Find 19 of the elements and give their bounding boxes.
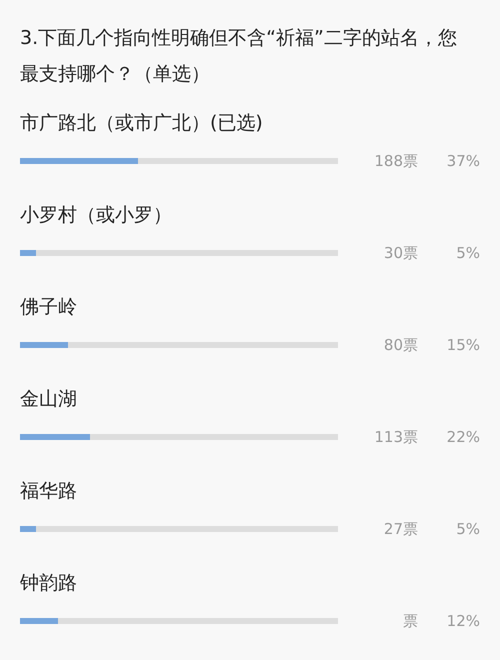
vote-count: 票 xyxy=(403,611,418,632)
vote-percent: 12% xyxy=(446,611,480,632)
option-label: 钟韵路 xyxy=(20,571,77,596)
vote-count: 27票 xyxy=(384,519,418,540)
vote-percent: 5% xyxy=(455,519,480,540)
option-label: 福华路 xyxy=(20,479,77,504)
option-label: 金山湖 xyxy=(20,387,77,412)
vote-percent: 5% xyxy=(455,243,480,264)
option-label: 市广路北（或市广北）(已选) xyxy=(20,111,263,136)
question-title: 3.下面几个指向性明确但不含“祈福”二字的站名，您最支持哪个？（单选） xyxy=(20,26,458,87)
vote-count: 80票 xyxy=(384,335,418,356)
vote-percent: 37% xyxy=(446,151,480,172)
option-label: 小罗村（或小罗） xyxy=(20,203,172,228)
vote-count: 113票 xyxy=(374,427,418,448)
vote-count: 188票 xyxy=(374,151,418,172)
option-label: 佛子岭 xyxy=(20,295,77,320)
vote-percent: 22% xyxy=(446,427,480,448)
vote-count: 30票 xyxy=(384,243,418,264)
vote-percent: 15% xyxy=(446,335,480,356)
